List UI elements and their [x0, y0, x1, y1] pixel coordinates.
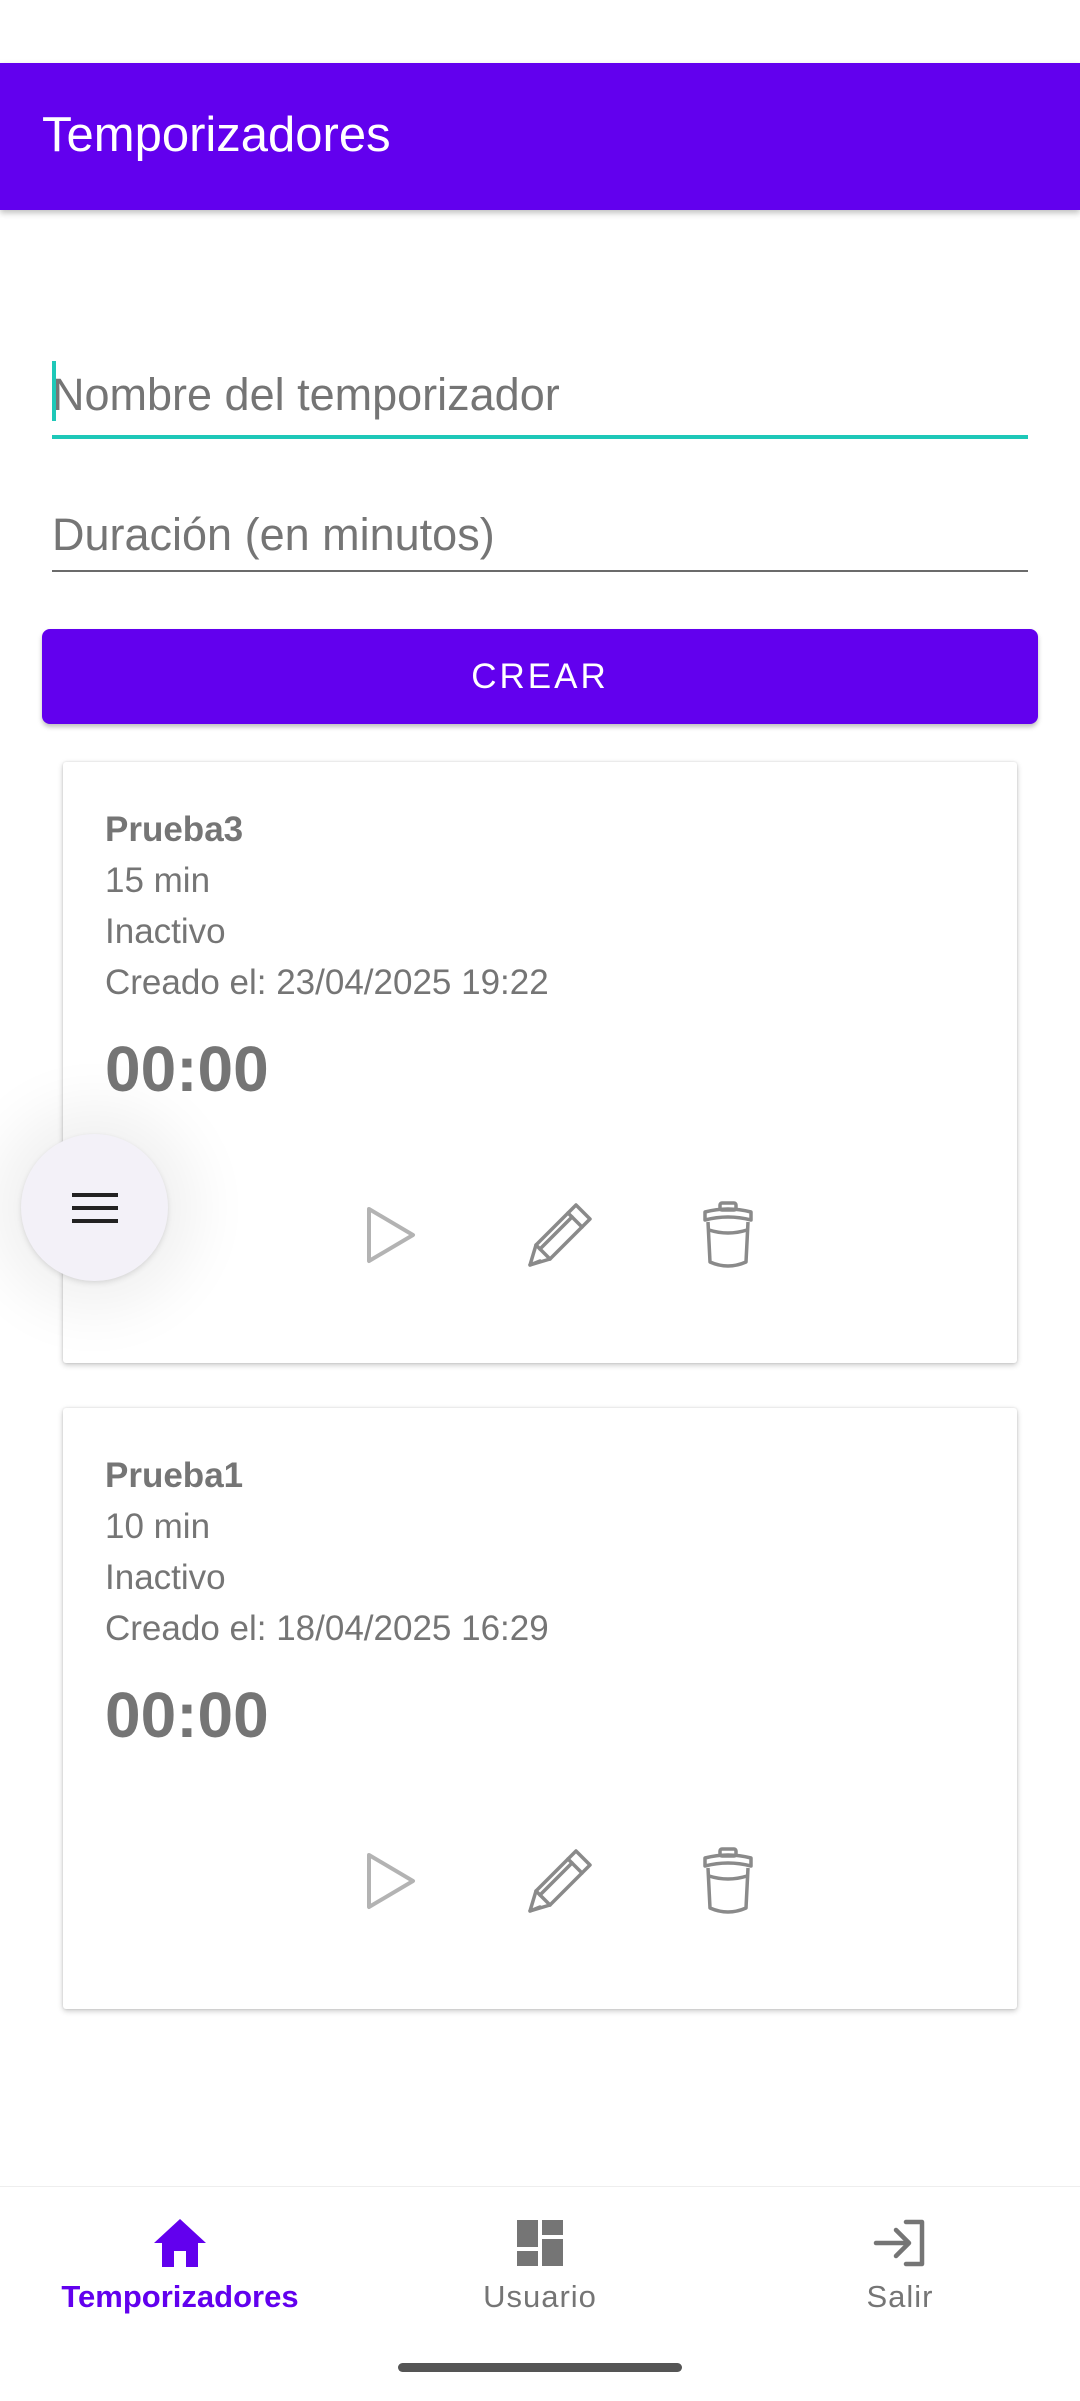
play-button[interactable]: [346, 1190, 436, 1280]
play-button[interactable]: [346, 1836, 436, 1926]
nav-label: Usuario: [483, 2279, 597, 2314]
timer-duration-field[interactable]: [52, 500, 1028, 572]
home-icon: [154, 2219, 206, 2267]
text-caret: [52, 361, 56, 421]
timer-name-input[interactable]: [52, 355, 1028, 435]
nav-label: Salir: [866, 2279, 934, 2314]
timer-duration: 15 min: [105, 861, 211, 900]
create-button[interactable]: CREAR: [42, 629, 1038, 724]
page-title: Temporizadores: [42, 108, 391, 162]
nav-item-salir[interactable]: Salir: [720, 2187, 1080, 2337]
timer-remaining: 00:00: [105, 1033, 269, 1105]
play-icon: [367, 1853, 415, 1909]
home-indicator[interactable]: [398, 2363, 682, 2372]
delete-button[interactable]: [683, 1190, 773, 1280]
timer-status: Inactivo: [105, 1558, 226, 1597]
login-icon: [873, 2219, 925, 2267]
dashboard-icon: [517, 2220, 563, 2266]
menu-icon: [71, 1192, 118, 1223]
nav-item-temporizadores[interactable]: Temporizadores: [0, 2187, 360, 2337]
timer-card: Prueba3 15 min Inactivo Creado el: 23/04…: [63, 762, 1017, 1363]
timer-duration-input[interactable]: [52, 500, 1028, 570]
timer-created-date: Creado el: 18/04/2025 16:29: [105, 1609, 549, 1648]
delete-button[interactable]: [683, 1836, 773, 1926]
timer-remaining: 00:00: [105, 1679, 269, 1751]
edit-button[interactable]: [515, 1836, 605, 1926]
timer-status: Inactivo: [105, 912, 226, 951]
nav-item-usuario[interactable]: Usuario: [360, 2187, 720, 2337]
timer-name: Prueba3: [105, 810, 244, 849]
timer-duration: 10 min: [105, 1507, 211, 1546]
timer-name-field[interactable]: [52, 355, 1028, 439]
play-icon: [367, 1207, 415, 1263]
pencil-icon: [528, 1849, 592, 1913]
pencil-icon: [528, 1203, 592, 1267]
edit-button[interactable]: [515, 1190, 605, 1280]
trash-icon: [703, 1201, 753, 1268]
timer-card: Prueba1 10 min Inactivo Creado el: 18/04…: [63, 1408, 1017, 2009]
nav-label: Temporizadores: [61, 2279, 299, 2314]
timer-name: Prueba1: [105, 1456, 244, 1495]
menu-fab[interactable]: [21, 1134, 168, 1281]
status-bar: [0, 0, 1080, 63]
app-bar: Temporizadores: [0, 63, 1080, 210]
trash-icon: [703, 1847, 753, 1914]
timer-created-date: Creado el: 23/04/2025 19:22: [105, 963, 549, 1002]
